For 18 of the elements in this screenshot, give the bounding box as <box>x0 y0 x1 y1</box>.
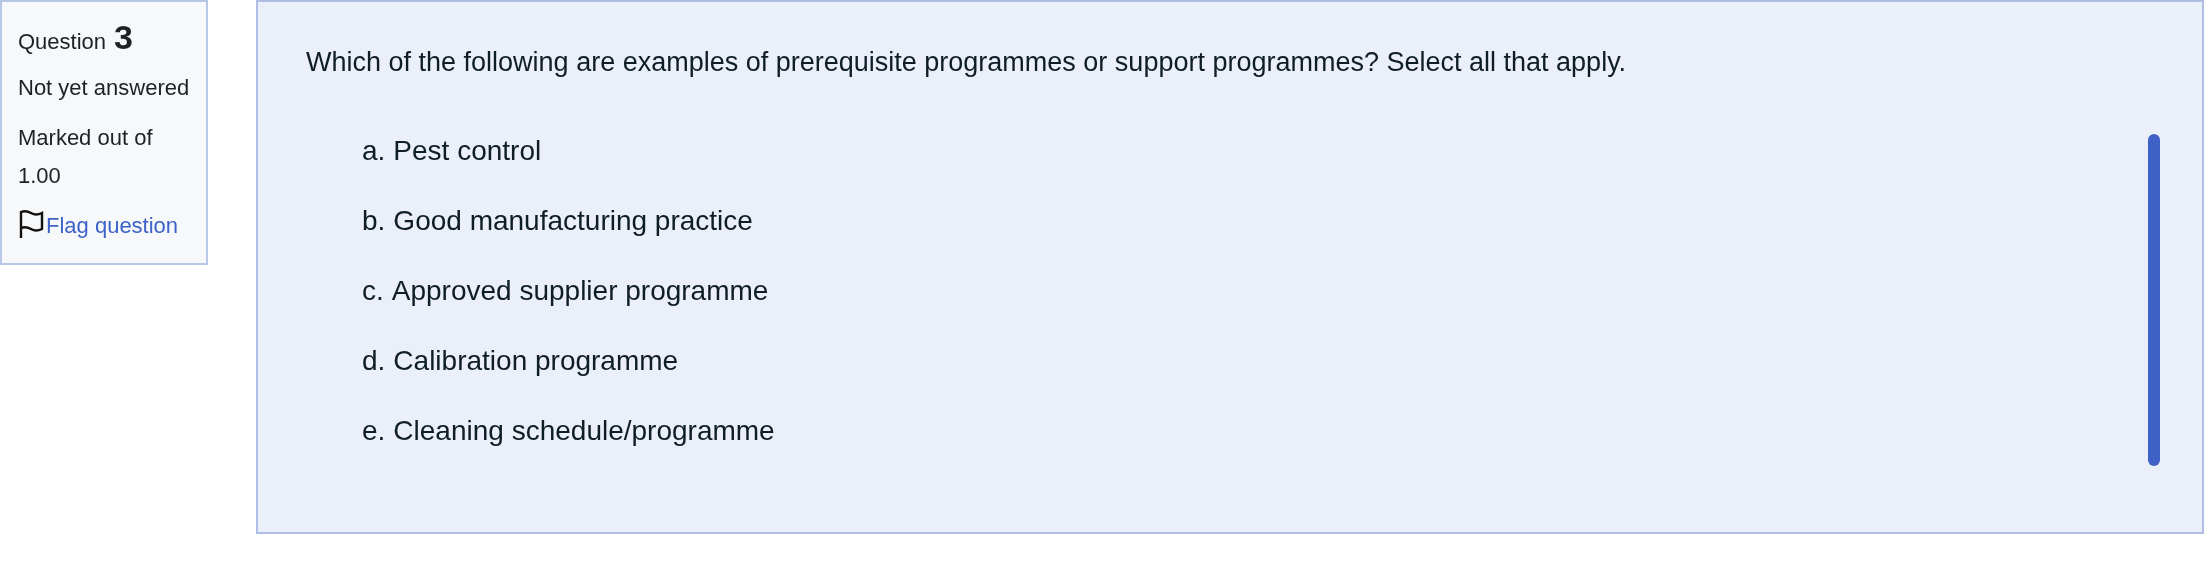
option-label[interactable]: Cleaning schedule/programme <box>393 412 775 450</box>
scrollbar-thumb[interactable] <box>2148 134 2160 466</box>
option-label[interactable]: Calibration programme <box>393 342 679 380</box>
flag-icon[interactable] <box>18 209 44 239</box>
option-letter: a. <box>362 134 386 168</box>
option-letter: b. <box>362 204 386 238</box>
question-label: Question <box>18 28 107 56</box>
option-letter: d. <box>362 344 386 378</box>
option-label[interactable]: Approved supplier programme <box>391 272 769 310</box>
option-label[interactable]: Pest control <box>393 132 542 170</box>
answer-status: Not yet answered <box>18 74 190 102</box>
option-letter: c. <box>362 274 384 308</box>
flag-question-link[interactable]: Flag question <box>46 213 179 238</box>
marks-text: Marked out of 1.00 <box>18 124 154 190</box>
option-letter: e. <box>362 414 386 448</box>
question-number: 3 <box>114 18 133 56</box>
option-label[interactable]: Good manufacturing practice <box>393 202 753 240</box>
question-text: Which of the following are examples of prerequisite programmes or support programmes? Select all that apply. <box>306 46 1628 79</box>
